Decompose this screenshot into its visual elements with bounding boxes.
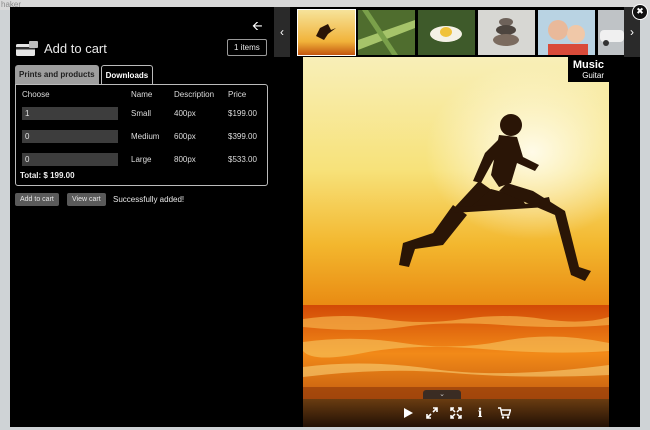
cart-icon[interactable] [496, 405, 512, 421]
guitar-jump-photo [303, 57, 609, 427]
chevron-left-icon[interactable]: ‹ [274, 7, 290, 57]
row-name: Large [131, 155, 152, 164]
row-price: $199.00 [228, 109, 257, 118]
info-icon[interactable]: i [472, 405, 488, 421]
main-photo: Music Guitar ⌄ i [303, 57, 609, 427]
thumbnail-car[interactable] [598, 10, 624, 55]
back-arrow-icon[interactable]: 🡨 [252, 17, 263, 39]
fullscreen-icon[interactable] [448, 405, 464, 421]
close-icon[interactable]: ✖ [632, 4, 648, 20]
column-header-price: Price [228, 90, 247, 99]
cart-tabs: Prints and products Downloads [15, 65, 154, 85]
row-description: 600px [174, 132, 196, 141]
tab-downloads[interactable]: Downloads [100, 65, 154, 85]
row-price: $533.00 [228, 155, 257, 164]
photo-subtitle: Guitar [582, 71, 604, 80]
thumbnail-lotus[interactable] [418, 10, 475, 55]
credit-card-icon [16, 40, 38, 56]
table-row-large: Large 800px $533.00 [16, 153, 266, 167]
tab-prints-and-products[interactable]: Prints and products [15, 65, 99, 85]
row-name: Medium [131, 132, 160, 141]
chevron-down-icon[interactable]: ⌄ [423, 390, 461, 399]
column-header-description: Description [174, 90, 215, 99]
thumbnail-bamboo[interactable] [358, 10, 415, 55]
thumbnail-guitar-jump[interactable] [297, 9, 356, 56]
lightbox-overlay: 🡨 Add to cart 1 items Prints and product… [10, 4, 648, 427]
add-to-cart-button[interactable]: Add to cart [15, 193, 59, 206]
quantity-input-small[interactable] [22, 107, 118, 120]
status-message: Successfully added! [113, 195, 185, 204]
play-icon[interactable] [400, 405, 416, 421]
thumbnail-family[interactable] [538, 10, 595, 55]
row-name: Small [131, 109, 152, 118]
column-header-choose: Choose [22, 90, 50, 99]
row-description: 800px [174, 155, 196, 164]
thumbnail-strip: ‹ › [274, 7, 640, 57]
row-price: $399.00 [228, 132, 257, 141]
cart-title: Add to cart [44, 40, 107, 56]
thumbnail-stones[interactable] [478, 10, 535, 55]
cart-header: Add to cart [16, 37, 107, 59]
column-header-name: Name [131, 90, 153, 99]
photo-title: Music [572, 59, 604, 71]
items-count-badge[interactable]: 1 items [227, 39, 267, 56]
quantity-input-medium[interactable] [22, 130, 118, 143]
view-cart-button[interactable]: View cart [67, 193, 106, 206]
row-description: 400px [174, 109, 196, 118]
quantity-input-large[interactable] [22, 153, 118, 166]
table-row-small: Small 400px $199.00 [16, 107, 266, 121]
expand-icon[interactable] [424, 405, 440, 421]
downloads-panel: Choose Name Description Price Small 400p… [15, 84, 268, 186]
cart-total: Total: $ 199.00 [20, 171, 75, 180]
table-row-medium: Medium 600px $399.00 [16, 130, 266, 144]
photo-caption: Music Guitar [567, 57, 609, 82]
photo-toolbar: i [303, 399, 609, 427]
